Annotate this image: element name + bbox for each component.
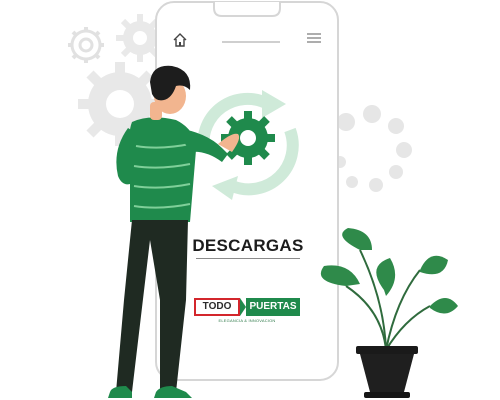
page-title: DESCARGAS bbox=[192, 236, 304, 255]
background-gear-small-icon bbox=[68, 27, 104, 63]
title-divider bbox=[196, 258, 300, 259]
download-illustration bbox=[68, 1, 458, 398]
loading-spinner-icon bbox=[334, 105, 412, 192]
hamburger-menu-icon[interactable] bbox=[306, 32, 322, 44]
brand-tagline: ELEGANCIA & INNOVACION bbox=[218, 318, 276, 323]
brand-name-part1: TODO bbox=[194, 298, 240, 316]
potted-plant-illustration bbox=[320, 228, 458, 398]
brand-name-part2: PUERTAS bbox=[246, 298, 300, 316]
brand-logo: TODO PUERTAS bbox=[194, 298, 300, 316]
home-icon[interactable] bbox=[172, 32, 188, 48]
